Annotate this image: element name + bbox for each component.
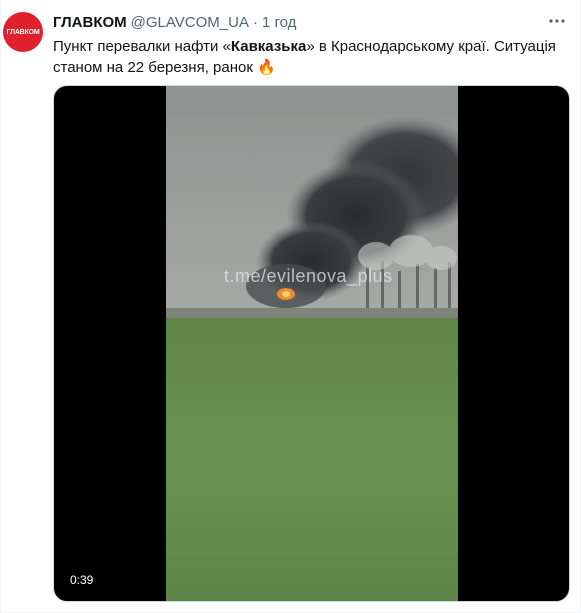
tweet-text: Пункт перевалки нафти «Кавказька» в Крас…: [53, 36, 573, 78]
avatar[interactable]: ГЛАВКОМ: [3, 12, 43, 52]
video-duration: 0:39: [70, 573, 94, 587]
tweet-timestamp[interactable]: 1 год: [262, 14, 296, 31]
more-options-icon[interactable]: [546, 10, 568, 32]
tweet-text-bold: Кавказька: [230, 38, 307, 55]
video-thumbnail-image: [166, 86, 486, 601]
video-player[interactable]: t.me/evilenova_plus 0:39: [53, 85, 570, 602]
author-name[interactable]: ГЛАВКОМ: [53, 14, 127, 31]
fire-emoji-icon: 🔥: [257, 59, 276, 76]
avatar-logo-text: ГЛАВКОМ: [6, 28, 40, 36]
author-handle[interactable]: @GLAVCOM_UA: [131, 14, 249, 31]
header-separator: ·: [252, 13, 258, 31]
video-watermark: t.me/evilenova_plus: [224, 266, 393, 286]
tweet-header: ГЛАВКОМ @GLAVCOM_UA · 1 год: [53, 12, 296, 32]
tweet-card[interactable]: ГЛАВКОМ ГЛАВКОМ @GLAVCOM_UA · 1 год Пунк…: [0, 0, 581, 613]
video-frame: t.me/evilenova_plus: [166, 86, 486, 601]
tweet-text-part1: Пункт перевалки нафти «: [53, 38, 231, 55]
